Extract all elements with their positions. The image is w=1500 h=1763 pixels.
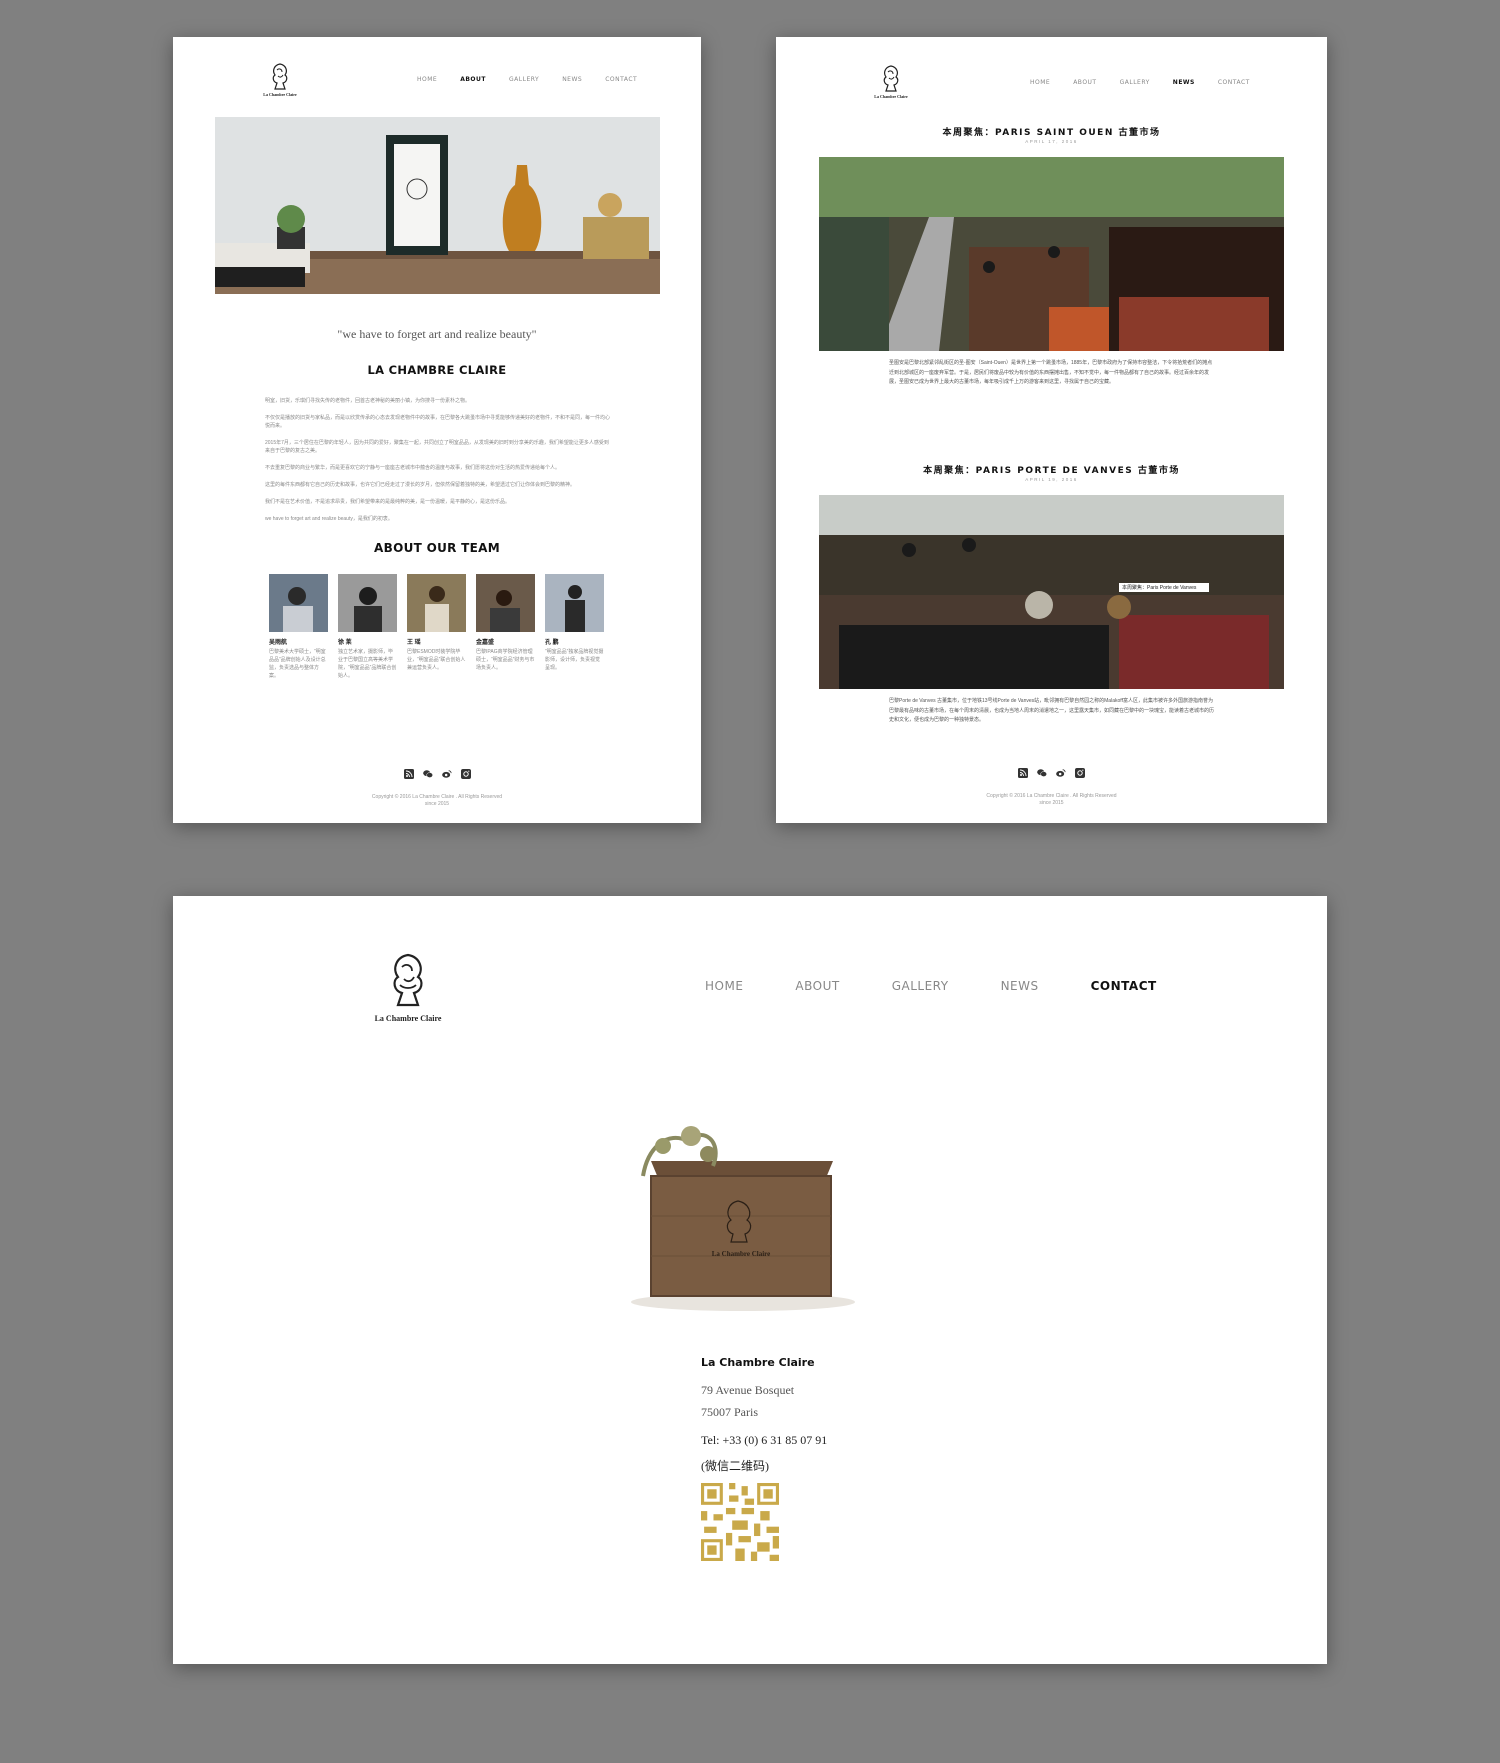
brand-wordmark: La Chambre Claire bbox=[263, 92, 297, 97]
nav-gallery[interactable]: GALLERY bbox=[892, 979, 949, 993]
main-nav: HOME ABOUT GALLERY NEWS CONTACT bbox=[1030, 79, 1250, 86]
team-member: 王 瑶 巴黎ESMOD时装学院毕业，“明室品品”联合创始人兼运营负责人。 bbox=[407, 574, 466, 680]
contact-info: La Chambre Claire 79 Avenue Bosquet 7500… bbox=[701, 1356, 827, 1561]
wechat-qr-label: (微信二维码) bbox=[701, 1459, 769, 1473]
horse-head-logo-icon bbox=[272, 63, 288, 90]
brand-logo[interactable]: La Chambre Claire bbox=[363, 951, 453, 1023]
weibo-icon[interactable] bbox=[441, 769, 452, 779]
nav-about[interactable]: ABOUT bbox=[460, 76, 486, 83]
team-photo bbox=[476, 574, 535, 632]
nav-news[interactable]: NEWS bbox=[562, 76, 582, 83]
news-article-title[interactable]: 本周聚焦：PARIS PORTE DE VANVES 古董市场 bbox=[776, 463, 1327, 476]
team-member: 徐 莱 独立艺术家，摄影师，毕业于巴黎国立高等美术学院，“明室品品”品牌联合创始… bbox=[338, 574, 397, 680]
news-image-caption: 本周聚焦：Paris Porte de Vanves bbox=[1122, 585, 1197, 591]
team-member-bio: 独立艺术家，摄影师，毕业于巴黎国立高等美术学院，“明室品品”品牌联合创始人。 bbox=[338, 649, 397, 679]
contact-page-mockup: La Chambre Claire HOME ABOUT GALLERY NEW… bbox=[173, 896, 1327, 1664]
nav-about[interactable]: ABOUT bbox=[1073, 79, 1096, 86]
team-photo bbox=[269, 574, 328, 632]
weibo-icon[interactable] bbox=[1056, 768, 1066, 778]
nav-news[interactable]: NEWS bbox=[1001, 979, 1039, 993]
about-paragraph: 这里的每件东西都有它自己的历史和故事，也许它们已经走过了漫长的岁月，但依然保留着… bbox=[265, 482, 576, 488]
instagram-icon[interactable] bbox=[1075, 768, 1085, 778]
nav-gallery[interactable]: GALLERY bbox=[1120, 79, 1150, 86]
team-member-name: 徐 莱 bbox=[338, 640, 352, 646]
news-article-image[interactable] bbox=[819, 157, 1284, 351]
news-article-date: APRIL 17, 2016 bbox=[1025, 139, 1078, 144]
brand-logo[interactable]: La Chambre Claire bbox=[866, 64, 916, 99]
nav-about[interactable]: ABOUT bbox=[795, 979, 839, 993]
social-icons bbox=[776, 768, 1327, 778]
about-quote: "we have to forget art and realize beaut… bbox=[337, 327, 537, 341]
team-grid: 吴雨航 巴黎美术大学硕士，“明室品品”品牌创始人及设计总监，负责选品与整体方案。… bbox=[269, 574, 604, 680]
team-photo bbox=[407, 574, 466, 632]
nav-gallery[interactable]: GALLERY bbox=[509, 76, 539, 83]
nav-contact[interactable]: CONTACT bbox=[1091, 979, 1157, 993]
horse-head-logo-icon bbox=[883, 65, 899, 92]
news-article-date: APRIL 19, 2016 bbox=[1025, 477, 1078, 482]
team-member-bio: 巴黎美术大学硕士，“明室品品”品牌创始人及设计总监，负责选品与整体方案。 bbox=[269, 649, 326, 679]
wechat-qr-code-icon[interactable] bbox=[701, 1483, 779, 1561]
hero-image bbox=[215, 117, 660, 294]
nav-home[interactable]: HOME bbox=[1030, 79, 1050, 86]
business-name: La Chambre Claire bbox=[701, 1356, 815, 1369]
brand-wordmark: La Chambre Claire bbox=[874, 94, 908, 99]
instagram-icon[interactable] bbox=[460, 769, 471, 779]
copyright-text: Copyright © 2016 La Chambre Claire . All… bbox=[371, 794, 503, 800]
since-text: since 2015 bbox=[424, 801, 450, 807]
team-member-name: 王 瑶 bbox=[407, 640, 421, 646]
about-paragraph: 不仅仅是播放的旧货与家私品，而是以欣赏传承的心态去发现老物件中的故事，在巴黎各大… bbox=[265, 415, 611, 429]
nav-contact[interactable]: CONTACT bbox=[605, 76, 637, 83]
copyright: Copyright © 2016 La Chambre Claire . All… bbox=[776, 793, 1327, 807]
news-article-title[interactable]: 本周聚焦：PARIS SAINT OUEN 古董市场 bbox=[776, 125, 1327, 138]
about-page-mockup: La Chambre Claire HOME ABOUT GALLERY NEW… bbox=[173, 37, 701, 823]
phone-number[interactable]: Tel: +33 (0) 6 31 85 07 91 bbox=[701, 1429, 827, 1451]
rss-icon[interactable] bbox=[1018, 768, 1028, 778]
about-paragraph: 明室，旧货，乐琪们寻找失传的老物件，回首古老神秘的美丽小镇，为你搜寻一份素朴之物… bbox=[265, 398, 471, 404]
address-line-1: 79 Avenue Bosquet bbox=[701, 1383, 795, 1397]
team-member-name: 金嘉盛 bbox=[476, 640, 495, 646]
nav-home[interactable]: HOME bbox=[705, 979, 743, 993]
nav-news[interactable]: NEWS bbox=[1173, 79, 1195, 86]
horse-head-logo-icon bbox=[393, 953, 423, 1007]
team-title: ABOUT OUR TEAM bbox=[374, 541, 500, 555]
team-member-bio: 巴黎IPAG商学院经济管理硕士，“明室品品”财务与市场负责人。 bbox=[476, 649, 535, 671]
team-member: 金嘉盛 巴黎IPAG商学院经济管理硕士，“明室品品”财务与市场负责人。 bbox=[476, 574, 535, 680]
svg-text:La Chambre Claire: La Chambre Claire bbox=[712, 1250, 770, 1258]
rss-icon[interactable] bbox=[403, 769, 414, 779]
social-icons bbox=[173, 769, 701, 779]
copyright-text: Copyright © 2016 La Chambre Claire . All… bbox=[986, 793, 1117, 799]
team-member-bio: 巴黎ESMOD时装学院毕业，“明室品品”联合创始人兼运营负责人。 bbox=[407, 649, 466, 671]
team-photo bbox=[338, 574, 397, 632]
about-paragraphs: 明室，旧货，乐琪们寻找失传的老物件，回首古老神秘的美丽小镇，为你搜寻一份素朴之物… bbox=[265, 397, 610, 532]
news-article-body: 圣图安是巴黎北部紧邻乱街区的圣-图安（Saint-Ouen）是世界上第一个跳蚤市… bbox=[889, 360, 1213, 385]
about-title: LA CHAMBRE CLAIRE bbox=[367, 363, 507, 377]
about-paragraph-tail: we have to forget art and realize beauty… bbox=[265, 516, 393, 522]
about-paragraph: 2015年7月，三个居住在巴黎的年轻人，因为共同的爱好，聚集在一起，共同创立了明… bbox=[265, 440, 609, 454]
team-photo bbox=[545, 574, 604, 632]
wechat-icon[interactable] bbox=[1037, 768, 1047, 778]
since-text: since 2015 bbox=[1039, 800, 1064, 806]
nav-home[interactable]: HOME bbox=[417, 76, 437, 83]
main-nav: HOME ABOUT GALLERY NEWS CONTACT bbox=[705, 979, 1157, 993]
news-page-mockup: La Chambre Claire HOME ABOUT GALLERY NEW… bbox=[776, 37, 1327, 823]
main-nav: HOME ABOUT GALLERY NEWS CONTACT bbox=[417, 76, 637, 83]
team-member-bio: “明室品品”独家品牌视觉摄影师，设计师，负责视觉呈现。 bbox=[545, 649, 604, 671]
about-paragraph: 不去重复巴黎的商业与繁华，而是更喜欢它的宁静与一座座古老城市中蕴含的温度与故事，… bbox=[265, 465, 561, 471]
brand-logo[interactable]: La Chambre Claire bbox=[255, 62, 305, 97]
wooden-crate-image: La Chambre Claire bbox=[613, 1106, 873, 1326]
about-paragraph: 我们不是在艺术价值，不是追求昂贵，我们希望带来的是最纯粹的美，是一份温暖，是平静… bbox=[265, 499, 511, 505]
brand-wordmark: La Chambre Claire bbox=[374, 1014, 442, 1023]
team-member-name: 吴雨航 bbox=[269, 640, 288, 646]
news-article-image[interactable]: 本周聚焦：Paris Porte de Vanves bbox=[819, 495, 1284, 689]
nav-contact[interactable]: CONTACT bbox=[1218, 79, 1250, 86]
news-article-body: 巴黎Porte de Vanves 古董集市，位于地铁13号线Porte de … bbox=[889, 698, 1215, 723]
address-line-2: 75007 Paris bbox=[701, 1405, 758, 1419]
team-member: 孔 鹏 “明室品品”独家品牌视觉摄影师，设计师，负责视觉呈现。 bbox=[545, 574, 604, 680]
copyright: Copyright © 2016 La Chambre Claire . All… bbox=[173, 794, 701, 808]
team-member: 吴雨航 巴黎美术大学硕士，“明室品品”品牌创始人及设计总监，负责选品与整体方案。 bbox=[269, 574, 328, 680]
wechat-icon[interactable] bbox=[422, 769, 433, 779]
team-member-name: 孔 鹏 bbox=[545, 640, 559, 646]
